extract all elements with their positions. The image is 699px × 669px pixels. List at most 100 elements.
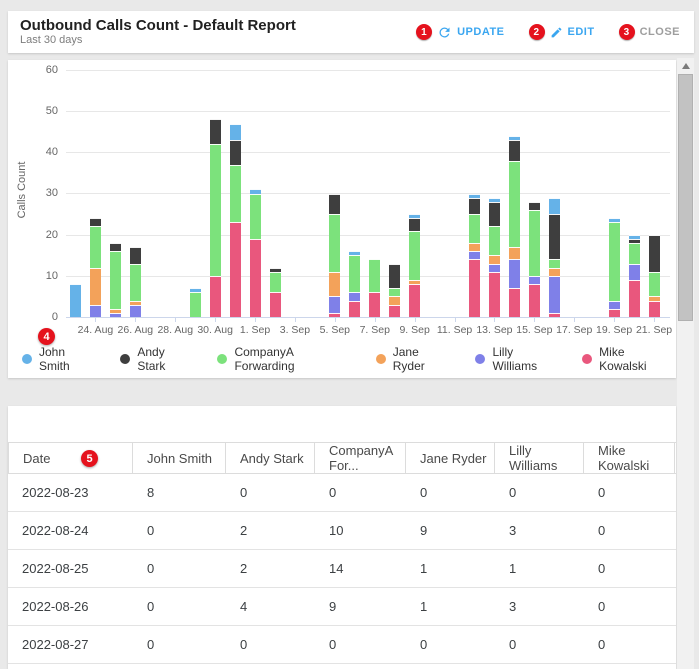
bar-segment-companya-forwarding[interactable]: [648, 271, 660, 297]
bar-segment-andy-stark[interactable]: [508, 140, 520, 161]
bar-segment-lilly-williams[interactable]: [89, 304, 101, 317]
bar-segment-companya-forwarding[interactable]: [548, 259, 560, 268]
bar-segment-companya-forwarding[interactable]: [469, 214, 480, 243]
bar-segment-andy-stark[interactable]: [329, 193, 341, 215]
bar-segment-companya-forwarding[interactable]: [109, 251, 121, 309]
legend-item-companya-forwarding[interactable]: CompanyA Forwarding: [217, 345, 351, 373]
bar-2022-09-14[interactable]: [508, 135, 520, 317]
bar-segment-jane-ryder[interactable]: [89, 267, 101, 305]
bar-segment-companya-forwarding[interactable]: [389, 288, 401, 297]
bar-segment-john-smith[interactable]: [70, 284, 81, 317]
bar-segment-lilly-williams[interactable]: [488, 263, 500, 272]
bar-segment-companya-forwarding[interactable]: [608, 222, 620, 301]
bar-segment-lilly-williams[interactable]: [528, 275, 540, 285]
bar-segment-andy-stark[interactable]: [469, 197, 480, 215]
legend-item-lilly-williams[interactable]: Lilly Williams: [475, 345, 558, 373]
bar-segment-mike-kowalski[interactable]: [528, 284, 540, 317]
bar-2022-08-24[interactable]: [89, 218, 101, 317]
legend-item-andy-stark[interactable]: Andy Stark: [120, 345, 193, 373]
bar-segment-mike-kowalski[interactable]: [269, 292, 281, 317]
bar-segment-mike-kowalski[interactable]: [469, 259, 480, 317]
bar-2022-09-19[interactable]: [608, 218, 620, 317]
bar-segment-companya-forwarding[interactable]: [349, 255, 361, 293]
bar-segment-lilly-williams[interactable]: [349, 292, 361, 301]
bar-segment-companya-forwarding[interactable]: [528, 210, 540, 276]
bar-2022-09-20[interactable]: [628, 234, 640, 317]
bar-2022-09-21[interactable]: [648, 234, 660, 317]
bar-segment-lilly-williams[interactable]: [129, 304, 141, 317]
bar-segment-andy-stark[interactable]: [109, 242, 121, 252]
scrollbar-thumb[interactable]: [678, 74, 693, 321]
bar-segment-andy-stark[interactable]: [648, 234, 660, 272]
vertical-scrollbar[interactable]: [677, 58, 694, 669]
bar-2022-09-02[interactable]: [269, 267, 281, 317]
bar-2022-09-13[interactable]: [488, 197, 500, 317]
bar-segment-andy-stark[interactable]: [389, 263, 401, 289]
bar-segment-jane-ryder[interactable]: [469, 242, 480, 252]
bar-segment-jane-ryder[interactable]: [329, 271, 341, 297]
bar-segment-companya-forwarding[interactable]: [628, 242, 640, 264]
bar-2022-08-30[interactable]: [209, 119, 221, 317]
bar-segment-lilly-williams[interactable]: [469, 251, 480, 260]
edit-button[interactable]: 2 EDIT: [528, 24, 595, 40]
bar-segment-jane-ryder[interactable]: [389, 296, 401, 305]
bar-segment-andy-stark[interactable]: [129, 247, 141, 264]
bar-2022-08-25[interactable]: [109, 242, 121, 317]
bar-segment-lilly-williams[interactable]: [628, 263, 640, 280]
bar-segment-andy-stark[interactable]: [89, 218, 101, 227]
bar-2022-09-01[interactable]: [249, 189, 261, 317]
bar-segment-lilly-williams[interactable]: [548, 275, 560, 313]
bar-segment-john-smith[interactable]: [548, 197, 560, 215]
bar-2022-09-16[interactable]: [548, 197, 560, 317]
scroll-up-button[interactable]: [677, 58, 694, 73]
update-button[interactable]: 1 UPDATE: [416, 24, 504, 40]
bar-segment-mike-kowalski[interactable]: [209, 275, 221, 317]
bar-segment-mike-kowalski[interactable]: [648, 300, 660, 317]
bar-segment-companya-forwarding[interactable]: [369, 259, 381, 293]
bar-2022-09-07[interactable]: [369, 259, 381, 317]
bar-segment-mike-kowalski[interactable]: [508, 288, 520, 317]
bar-segment-mike-kowalski[interactable]: [409, 284, 421, 317]
bar-segment-andy-stark[interactable]: [548, 214, 560, 260]
bar-segment-companya-forwarding[interactable]: [508, 160, 520, 248]
bar-2022-08-23[interactable]: [70, 284, 81, 317]
bar-2022-09-05[interactable]: [329, 193, 341, 317]
bar-segment-companya-forwarding[interactable]: [189, 292, 201, 317]
bar-2022-08-26[interactable]: [129, 247, 141, 317]
legend-item-jane-ryder[interactable]: Jane Ryder: [375, 345, 452, 373]
close-button[interactable]: 3 CLOSE: [618, 24, 680, 40]
bar-2022-09-08[interactable]: [389, 263, 401, 317]
bar-segment-lilly-williams[interactable]: [508, 259, 520, 289]
bar-segment-andy-stark[interactable]: [229, 140, 241, 165]
bar-segment-mike-kowalski[interactable]: [488, 271, 500, 317]
bar-segment-companya-forwarding[interactable]: [409, 230, 421, 280]
bar-segment-andy-stark[interactable]: [409, 218, 421, 231]
bar-segment-mike-kowalski[interactable]: [249, 238, 261, 317]
bar-segment-andy-stark[interactable]: [528, 201, 540, 210]
bar-2022-09-09[interactable]: [409, 214, 421, 317]
bar-segment-mike-kowalski[interactable]: [349, 300, 361, 317]
bar-segment-john-smith[interactable]: [229, 123, 241, 141]
bar-segment-mike-kowalski[interactable]: [369, 292, 381, 317]
bar-2022-09-06[interactable]: [349, 251, 361, 317]
bar-segment-companya-forwarding[interactable]: [209, 144, 221, 276]
bar-segment-jane-ryder[interactable]: [488, 255, 500, 264]
bar-segment-lilly-williams[interactable]: [608, 300, 620, 309]
bar-segment-companya-forwarding[interactable]: [329, 214, 341, 272]
bar-segment-companya-forwarding[interactable]: [89, 226, 101, 268]
bar-segment-mike-kowalski[interactable]: [389, 304, 401, 317]
bar-segment-lilly-williams[interactable]: [329, 296, 341, 313]
legend-item-john-smith[interactable]: John Smith: [22, 345, 96, 373]
bar-segment-companya-forwarding[interactable]: [249, 193, 261, 239]
bar-2022-08-29[interactable]: [189, 288, 201, 317]
bar-segment-companya-forwarding[interactable]: [129, 263, 141, 301]
bar-segment-companya-forwarding[interactable]: [269, 271, 281, 293]
bar-segment-jane-ryder[interactable]: [508, 247, 520, 260]
bar-segment-andy-stark[interactable]: [488, 201, 500, 227]
bar-segment-mike-kowalski[interactable]: [628, 279, 640, 317]
bar-2022-08-31[interactable]: [229, 123, 241, 317]
bar-segment-jane-ryder[interactable]: [548, 267, 560, 276]
bar-2022-09-12[interactable]: [469, 193, 480, 317]
bar-segment-mike-kowalski[interactable]: [229, 222, 241, 317]
bar-segment-companya-forwarding[interactable]: [229, 164, 241, 223]
